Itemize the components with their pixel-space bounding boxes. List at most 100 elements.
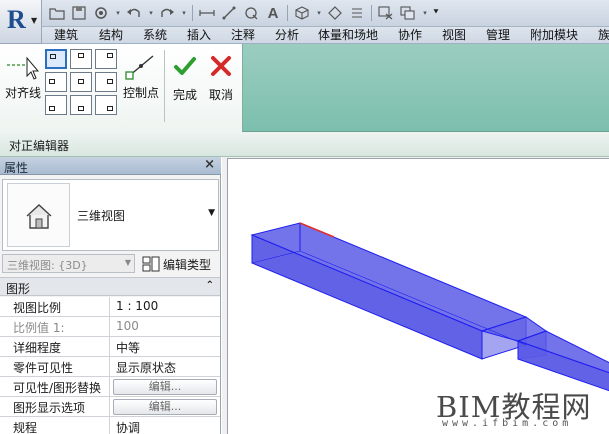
close-hidden-windows-icon[interactable] <box>377 4 395 22</box>
tab-view[interactable]: 视图 <box>442 27 466 44</box>
tab-add-ins[interactable]: 附加模块 <box>530 27 578 44</box>
finish-button[interactable]: 完成 <box>168 52 202 104</box>
properties-palette: 属性 × 三维视图 ▼ 三维视图: {3D} ▼ 编辑类型 图形 ⌃ 视图比例 … <box>0 157 221 434</box>
dropdown-arrow-icon[interactable]: ▾ <box>421 4 429 22</box>
align-line-icon <box>7 56 40 80</box>
justify-bottom-right[interactable] <box>95 95 117 115</box>
finish-label: 完成 <box>172 88 197 102</box>
graphics-group-header[interactable]: 图形 ⌃ <box>0 277 220 296</box>
ribbon-tab-bar: 建筑 结构 系统 插入 注释 分析 体量和场地 协作 视图 管理 附加模块 族 <box>42 27 609 44</box>
quick-access-toolbar: ▾ ▾ ▾ A ▾ ▾ ⯆ <box>0 0 609 27</box>
qat-icons: ▾ ▾ ▾ A ▾ ▾ ⯆ <box>48 3 443 23</box>
toolbar-separator <box>371 5 372 21</box>
tab-annotate[interactable]: 注释 <box>231 27 255 44</box>
prop-key: 规程 <box>0 417 110 434</box>
tab-massing-site[interactable]: 体量和场地 <box>318 27 378 44</box>
control-point-tool[interactable]: 控制点 <box>121 50 161 124</box>
toolbar-separator <box>192 5 193 21</box>
justify-middle-left[interactable] <box>45 72 67 92</box>
ribbon: 对齐线 控制点 完成 取消 <box>0 44 609 132</box>
align-line-label: 对齐线 <box>4 86 41 100</box>
justify-top-center[interactable] <box>70 49 92 69</box>
switch-windows-icon[interactable] <box>399 4 417 22</box>
justify-top-left[interactable] <box>45 49 67 69</box>
control-point-icon <box>125 55 154 80</box>
edit-visibility-button[interactable]: 编辑... <box>113 379 217 395</box>
type-name: 三维视图 <box>77 209 126 223</box>
tab-structure[interactable]: 结构 <box>99 27 123 44</box>
tab-collaborate[interactable]: 协作 <box>398 27 422 44</box>
text-icon[interactable]: A <box>264 4 282 22</box>
options-bar: 对正编辑器 <box>0 132 609 157</box>
tab-systems[interactable]: 系统 <box>143 27 167 44</box>
prop-value[interactable]: 协调 <box>111 417 219 434</box>
prop-key: 可见性/图形替换 <box>0 377 110 396</box>
tag-icon[interactable] <box>242 4 260 22</box>
panel-separator <box>164 50 165 122</box>
justify-top-right[interactable] <box>95 49 117 69</box>
dropdown-arrow-icon[interactable]: ▾ <box>114 4 122 22</box>
prop-key: 视图比例 <box>0 297 110 316</box>
edit-type-button[interactable]: 编辑类型 <box>140 254 220 273</box>
tab-architecture[interactable]: 建筑 <box>54 27 78 44</box>
collapse-icon[interactable]: ⌃ <box>206 280 214 291</box>
prop-value: 100 <box>116 319 139 333</box>
prop-row-visibility-graphics: 可见性/图形替换 编辑... <box>0 377 220 397</box>
justify-middle-right[interactable] <box>95 72 117 92</box>
prop-key: 零件可见性 <box>0 357 110 376</box>
measure-icon[interactable] <box>198 4 216 22</box>
tab-manage[interactable]: 管理 <box>486 27 510 44</box>
prop-row-parts-visibility: 零件可见性 显示原状态 <box>0 357 220 377</box>
align-dimension-icon[interactable] <box>220 4 238 22</box>
chevron-down-icon: ▼ <box>124 258 131 267</box>
open-icon[interactable] <box>48 4 66 22</box>
section-icon[interactable] <box>326 4 344 22</box>
prop-key: 比例值 1: <box>0 317 110 336</box>
control-point-label: 控制点 <box>122 86 159 100</box>
dropdown-arrow-icon[interactable]: ▾ <box>147 4 155 22</box>
close-icon[interactable]: × <box>204 157 215 172</box>
type-thumbnail <box>7 183 70 247</box>
prop-value[interactable]: 1 : 100 <box>111 297 219 316</box>
prop-row-scale-value: 比例值 1: 100 <box>0 317 220 337</box>
properties-header: 属性 × <box>0 157 221 175</box>
undo-icon[interactable] <box>125 4 143 22</box>
prop-value[interactable]: 中等 <box>111 337 219 356</box>
prop-row-discipline: 规程 协调 <box>0 417 220 434</box>
prop-value[interactable]: 显示原状态 <box>111 357 219 376</box>
application-menu-button[interactable]: R ▼ <box>0 0 42 44</box>
house-icon <box>26 204 52 229</box>
customize-dropdown-icon[interactable]: ⯆ <box>432 4 440 22</box>
justify-bottom-left[interactable] <box>45 95 67 115</box>
watermark: BIM教程网 www.ifbim.com <box>436 384 606 430</box>
toolbar-separator <box>287 5 288 21</box>
align-line-tool[interactable]: 对齐线 <box>3 50 43 122</box>
edit-graphic-display-button[interactable]: 编辑... <box>113 399 217 415</box>
watermark-url: www.ifbim.com <box>442 418 573 429</box>
justification-editor-title: 对正编辑器 <box>9 139 70 153</box>
instance-selector-value: 三维视图: {3D} <box>7 259 88 272</box>
redo-icon[interactable] <box>158 4 176 22</box>
instance-selector[interactable]: 三维视图: {3D} ▼ <box>2 254 135 273</box>
cancel-button[interactable]: 取消 <box>204 52 238 104</box>
edit-type-icon <box>142 256 160 272</box>
view-3d-icon[interactable] <box>293 4 311 22</box>
chevron-down-icon[interactable]: ▼ <box>208 208 215 218</box>
tab-family[interactable]: 族 <box>598 27 609 44</box>
properties-title: 属性 <box>4 161 29 175</box>
type-selector[interactable]: 三维视图 ▼ <box>2 179 219 251</box>
dropdown-arrow-icon[interactable]: ▾ <box>315 4 323 22</box>
dropdown-arrow-icon[interactable]: ▾ <box>180 4 188 22</box>
justify-bottom-center[interactable] <box>70 95 92 115</box>
cancel-x-icon <box>211 56 231 76</box>
justify-center[interactable] <box>70 72 92 92</box>
tab-insert[interactable]: 插入 <box>187 27 211 44</box>
save-icon[interactable] <box>70 4 88 22</box>
justification-grid <box>45 49 117 115</box>
tab-analyze[interactable]: 分析 <box>275 27 299 44</box>
sync-icon[interactable] <box>92 4 110 22</box>
prop-key: 图形显示选项 <box>0 397 110 416</box>
prop-key: 详细程度 <box>0 337 110 356</box>
thin-lines-icon[interactable] <box>348 4 366 22</box>
duct-geometry[interactable] <box>250 222 609 392</box>
